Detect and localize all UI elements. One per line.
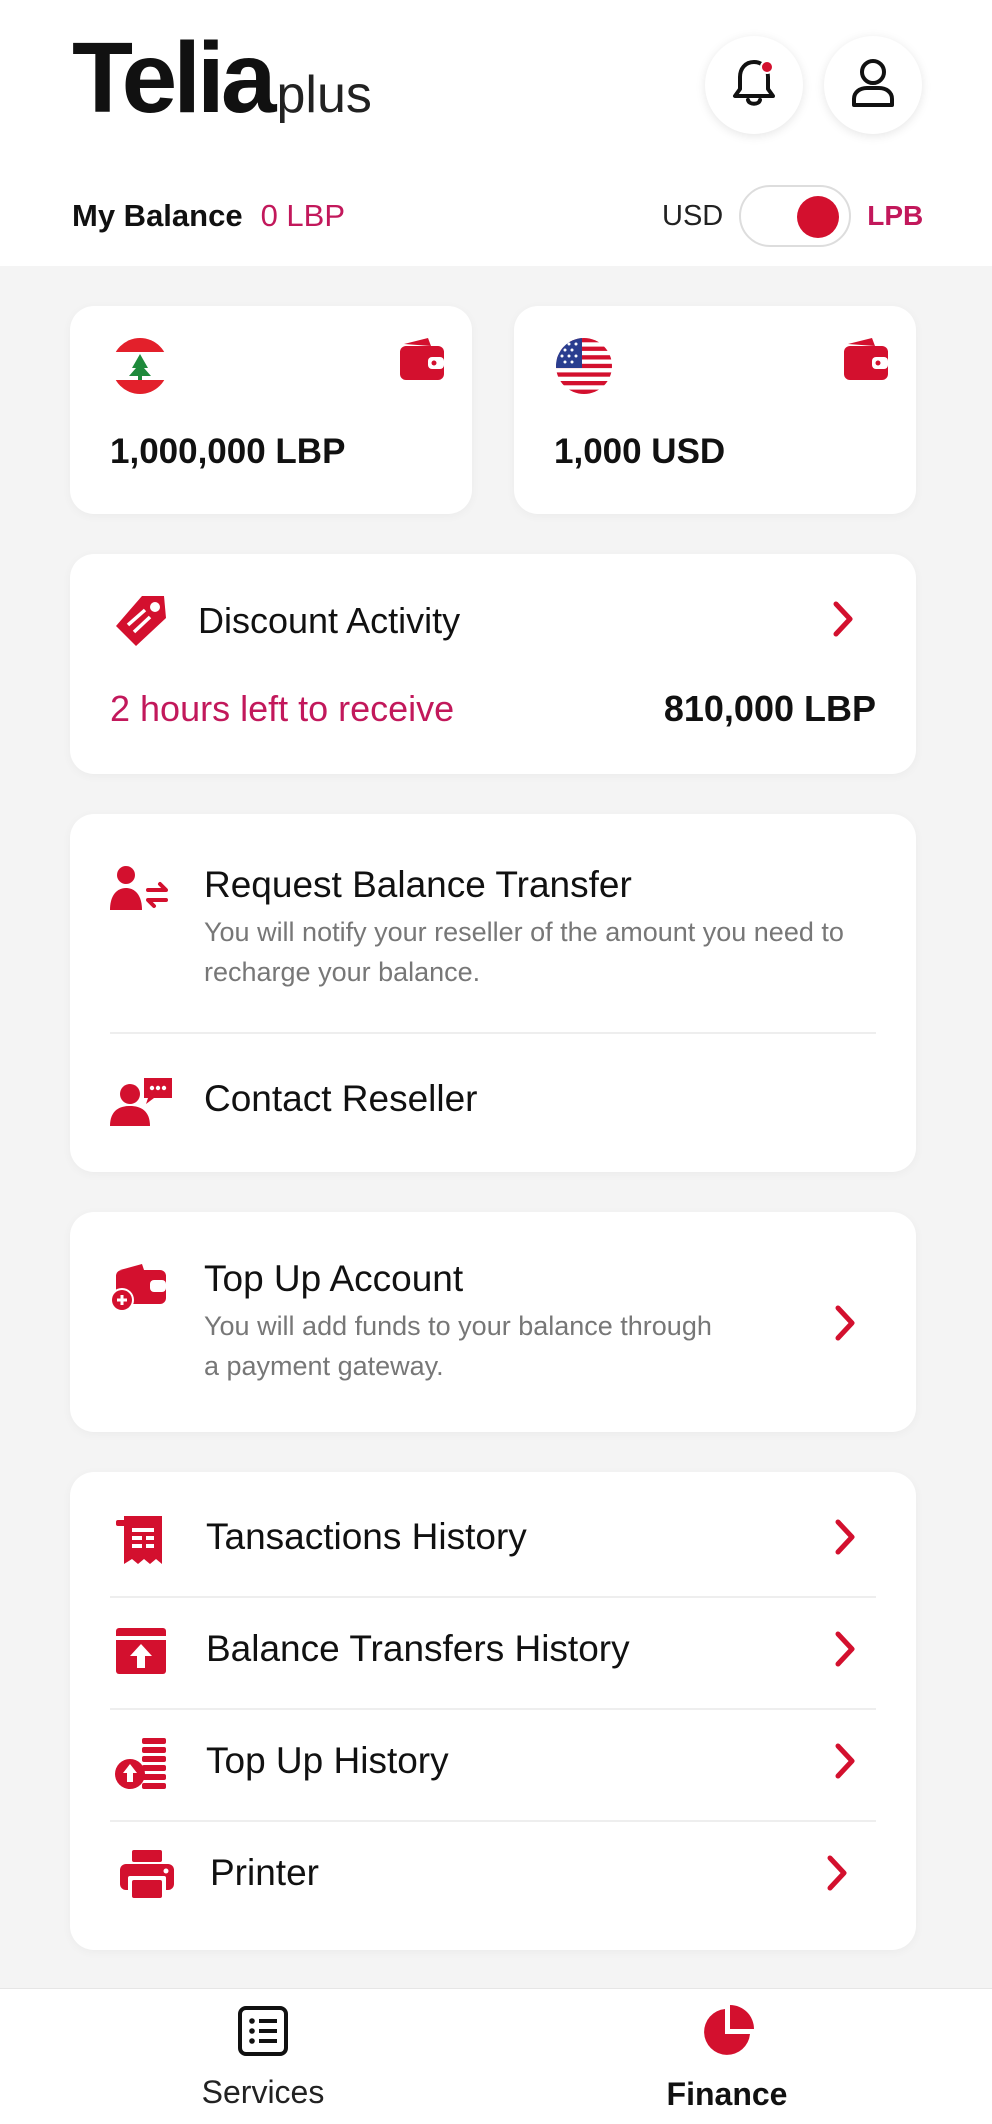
history-item-label: Printer [210, 1852, 319, 1893]
history-card: Tansactions History Balance Transfers Hi… [70, 1472, 916, 1950]
wallet-icon [842, 336, 890, 387]
currency-toggle[interactable] [739, 185, 852, 247]
history-item-label: Tansactions History [206, 1516, 527, 1557]
logo-main-text: Telia [72, 22, 276, 134]
history-item-label: Top Up History [206, 1740, 449, 1781]
divider [110, 1820, 876, 1822]
receipt-icon [116, 1514, 166, 1571]
notifications-button[interactable] [705, 36, 803, 134]
currency-switch: USD LPB [662, 184, 923, 248]
history-item-label: Balance Transfers History [206, 1628, 630, 1669]
wallet-card-usd[interactable]: 1,000 USD [514, 306, 916, 514]
wallet-amount-usd: 1,000 USD [554, 432, 726, 471]
tab-finance-label: Finance [666, 2076, 788, 2112]
user-transfer-icon [110, 864, 172, 919]
wallet-card-lbp[interactable]: 1,000,000 LBP [70, 306, 472, 514]
chevron-right-icon [826, 1854, 848, 1897]
user-icon [849, 57, 897, 114]
lebanon-flag-icon [112, 338, 168, 394]
chevron-right-icon [832, 600, 854, 643]
bottom-navigation: Services Finance [0, 1988, 992, 2124]
contact-reseller-title: Contact Reseller [204, 1078, 478, 1119]
chevron-right-icon [834, 1304, 856, 1347]
coin-stack-icon [114, 1736, 168, 1795]
chevron-right-icon [834, 1518, 856, 1561]
wallet-amount-lbp: 1,000,000 LBP [110, 432, 346, 471]
divider [110, 1708, 876, 1710]
logo-sub-text: plus [276, 66, 372, 124]
my-balance-row: My Balance 0 LBP [72, 196, 345, 236]
profile-button[interactable] [824, 36, 922, 134]
discount-activity-card[interactable]: Discount Activity 2 hours left to receiv… [70, 554, 916, 774]
balance-label: My Balance [72, 198, 243, 233]
toggle-knob [797, 196, 840, 238]
chat-users-icon [110, 1076, 174, 1133]
tab-services-label: Services [201, 2074, 325, 2110]
currency-usd-label: USD [662, 199, 724, 232]
top-up-account-card[interactable]: Top Up Account You will add funds to you… [70, 1212, 916, 1432]
top-up-desc: You will add funds to your balance throu… [204, 1311, 712, 1381]
discount-amount: 810,000 LBP [663, 688, 876, 729]
notification-dot [760, 60, 774, 74]
divider [110, 1596, 876, 1598]
upload-box-icon [116, 1628, 166, 1679]
balance-transfer-card: Request Balance Transfer You will notify… [70, 814, 916, 1172]
discount-time-left: 2 hours left to receive [110, 688, 455, 729]
pie-chart-icon [700, 2005, 754, 2064]
divider [110, 1032, 876, 1034]
printer-icon [120, 1850, 174, 1905]
wallet-icon [398, 336, 446, 387]
telia-plus-logo: Telia plus [72, 28, 372, 138]
app-header: Telia plus My Balance 0 LBP USD LPB [0, 0, 992, 266]
list-icon [237, 2005, 289, 2062]
wallet-add-icon [110, 1264, 170, 1319]
price-tag-icon [112, 592, 170, 655]
usa-flag-icon [556, 338, 612, 394]
request-transfer-title: Request Balance Transfer [204, 864, 632, 905]
balance-value: 0 LBP [260, 198, 346, 233]
tab-finance[interactable]: Finance [627, 2005, 827, 2113]
chevron-right-icon [834, 1742, 856, 1785]
tab-services[interactable]: Services [163, 2005, 363, 2111]
chevron-right-icon [834, 1630, 856, 1673]
currency-lpb-label: LPB [867, 200, 924, 231]
discount-title: Discount Activity [198, 600, 461, 641]
request-transfer-desc: You will notify your reseller of the amo… [204, 917, 844, 987]
top-up-title: Top Up Account [204, 1258, 464, 1299]
